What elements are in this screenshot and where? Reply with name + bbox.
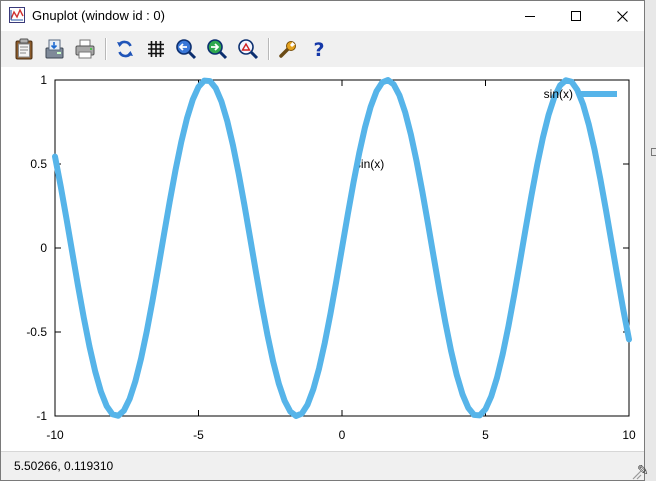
wrench-icon <box>279 41 296 58</box>
print-button[interactable] <box>72 36 98 62</box>
background-taskbar-glyph: ✎ <box>637 463 649 479</box>
export-button[interactable] <box>41 36 67 62</box>
background-window-edge <box>651 148 656 156</box>
window-title: Gnuplot (window id : 0) <box>32 8 165 23</box>
y-tick-label: 0 <box>40 241 47 255</box>
gnuplot-app-icon <box>9 7 25 23</box>
refresh-icon <box>117 40 133 58</box>
y-tick-group: 1 0.5 0 -0.5 -1 <box>26 73 629 423</box>
legend-label: sin(x) <box>544 87 573 101</box>
plot-area[interactable]: 1 0.5 0 -0.5 -1 -10 -5 0 5 10 sin(x) sin(x) <box>1 67 644 451</box>
y-tick-label: 0.5 <box>30 157 47 171</box>
close-icon <box>616 10 628 22</box>
y-tick-label: -1 <box>36 409 47 423</box>
maximize-icon <box>571 11 581 21</box>
zoom-previous-icon <box>176 39 197 60</box>
export-icon <box>45 39 64 59</box>
zoom-autoscale-icon <box>238 39 259 60</box>
x-tick-label: 0 <box>339 428 346 442</box>
plot-canvas[interactable]: 10.50-0.5-1 -10 -5 0 5 10 sin(x) sin(x) <box>1 67 644 451</box>
x-tick-label: -10 <box>46 428 64 442</box>
minimize-icon <box>525 16 535 17</box>
toolbar-separator <box>268 38 270 60</box>
replot-button[interactable] <box>112 36 138 62</box>
clipboard-icon <box>15 38 33 60</box>
x-tick-label: -5 <box>193 428 204 442</box>
next-zoom-button[interactable] <box>204 36 230 62</box>
help-button[interactable]: ? <box>306 36 332 62</box>
copy-clipboard-button[interactable] <box>11 36 37 62</box>
y-tick-label: 1 <box>40 73 47 87</box>
help-icon: ? <box>313 39 324 60</box>
grid-icon <box>148 41 164 57</box>
close-button[interactable] <box>599 1 644 31</box>
maximize-button[interactable] <box>553 1 599 31</box>
sin-curve <box>52 77 632 419</box>
x-tick-label: 10 <box>622 428 636 442</box>
grid-button[interactable] <box>143 36 169 62</box>
svg-text:?: ? <box>313 39 324 60</box>
autoscale-button[interactable] <box>235 36 261 62</box>
gnuplot-window: Gnuplot (window id : 0) ? 1 0.5 0 -0.5 -… <box>0 0 645 481</box>
y-tick-label: -0.5 <box>26 325 47 339</box>
printer-icon <box>75 39 95 59</box>
toolbar-separator <box>105 38 107 60</box>
options-button[interactable] <box>275 36 301 62</box>
previous-zoom-button[interactable] <box>173 36 199 62</box>
toolbar: ? <box>1 31 644 67</box>
x-tick-label: 5 <box>482 428 489 442</box>
title-bar[interactable]: Gnuplot (window id : 0) <box>1 1 644 31</box>
cursor-coordinates: 5.50266, 0.119310 <box>14 459 114 473</box>
minimize-button[interactable] <box>507 1 553 31</box>
zoom-next-icon <box>207 39 228 60</box>
status-bar: 5.50266, 0.119310 <box>1 451 644 480</box>
